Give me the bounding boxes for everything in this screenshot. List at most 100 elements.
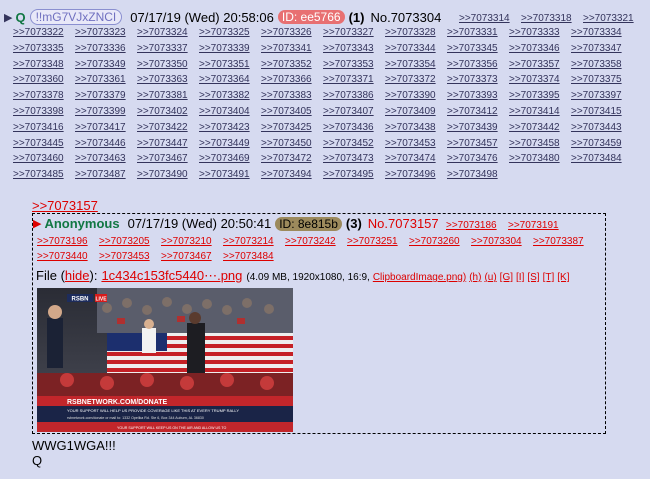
backlink[interactable]: >>7073325: [199, 27, 250, 38]
backlink[interactable]: >>7073436: [323, 122, 374, 133]
backlink[interactable]: >>7073490: [137, 169, 188, 180]
backlink[interactable]: >>7073453: [385, 138, 436, 149]
backlink[interactable]: >>7073357: [509, 59, 560, 70]
backlink[interactable]: >>7073318: [521, 13, 572, 24]
backlink[interactable]: >>7073361: [75, 74, 126, 85]
backlink[interactable]: >>7073328: [385, 27, 436, 38]
reply-backlink[interactable]: >>7073484: [223, 251, 274, 262]
backlink[interactable]: >>7073458: [509, 138, 560, 149]
backlink[interactable]: >>7073399: [75, 106, 126, 117]
backlink[interactable]: >>7073363: [137, 74, 188, 85]
backlink[interactable]: >>7073378: [13, 90, 64, 101]
backlink[interactable]: >>7073336: [75, 43, 126, 54]
backlink[interactable]: >>7073495: [323, 169, 374, 180]
backlink[interactable]: >>7073346: [509, 43, 560, 54]
file-original-name[interactable]: ClipboardImage.png): [373, 272, 466, 283]
backlink[interactable]: >>7073386: [323, 90, 374, 101]
file-link-k[interactable]: [K]: [557, 272, 569, 283]
reply-backlink[interactable]: >>7073210: [161, 236, 212, 247]
backlink[interactable]: >>7073350: [137, 59, 188, 70]
backlink[interactable]: >>7073498: [447, 169, 498, 180]
backlink[interactable]: >>7073371: [323, 74, 374, 85]
file-link-u[interactable]: (u): [484, 272, 496, 283]
backlink[interactable]: >>7073353: [323, 59, 374, 70]
backlink[interactable]: >>7073314: [459, 13, 510, 24]
backlink[interactable]: >>7073354: [385, 59, 436, 70]
reply-backlink[interactable]: >>7073242: [285, 236, 336, 247]
backlink[interactable]: >>7073352: [261, 59, 312, 70]
backlink[interactable]: >>7073463: [75, 153, 126, 164]
reply-backlink[interactable]: >>7073387: [533, 236, 584, 247]
backlink[interactable]: >>7073415: [571, 106, 622, 117]
backlink[interactable]: >>7073372: [385, 74, 436, 85]
backlink[interactable]: >>7073472: [261, 153, 312, 164]
backlink[interactable]: >>7073334: [571, 27, 622, 38]
poster-id-badge[interactable]: ID: 8e815b: [275, 216, 342, 231]
backlink[interactable]: >>7073416: [13, 122, 64, 133]
file-link-s[interactable]: [S]: [527, 272, 539, 283]
backlink[interactable]: >>7073395: [509, 90, 560, 101]
backlink[interactable]: >>7073324: [137, 27, 188, 38]
backlink[interactable]: >>7073474: [385, 153, 436, 164]
backlink[interactable]: >>7073331: [447, 27, 498, 38]
file-link-g[interactable]: [G]: [500, 272, 513, 283]
backlink[interactable]: >>7073390: [385, 90, 436, 101]
reply-backlink[interactable]: >>7073196: [37, 236, 88, 247]
backlink[interactable]: >>7073496: [385, 169, 436, 180]
backlink[interactable]: >>7073457: [447, 138, 498, 149]
backlink[interactable]: >>7073459: [571, 138, 622, 149]
backlink[interactable]: >>7073487: [75, 169, 126, 180]
backlink[interactable]: >>7073473: [323, 153, 374, 164]
backlink[interactable]: >>7073323: [75, 27, 126, 38]
backlink[interactable]: >>7073341: [261, 43, 312, 54]
backlink[interactable]: >>7073360: [13, 74, 64, 85]
backlink[interactable]: >>7073327: [323, 27, 374, 38]
backlink[interactable]: >>7073450: [261, 138, 312, 149]
backlink[interactable]: >>7073402: [137, 106, 188, 117]
backlink[interactable]: >>7073349: [75, 59, 126, 70]
backlink[interactable]: >>7073344: [385, 43, 436, 54]
backlink[interactable]: >>7073343: [323, 43, 374, 54]
backlink[interactable]: >>7073469: [199, 153, 250, 164]
reply-backlink[interactable]: >>7073191: [508, 220, 559, 231]
backlink[interactable]: >>7073348: [13, 59, 64, 70]
backlink[interactable]: >>7073460: [13, 153, 64, 164]
expand-triangle-icon[interactable]: ▶: [4, 11, 12, 24]
backlink[interactable]: >>7073383: [261, 90, 312, 101]
backlink[interactable]: >>7073404: [199, 106, 250, 117]
file-link-h[interactable]: (h): [469, 272, 481, 283]
backlink[interactable]: >>7073409: [385, 106, 436, 117]
backlink[interactable]: >>7073423: [199, 122, 250, 133]
backlink[interactable]: >>7073339: [199, 43, 250, 54]
backlink[interactable]: >>7073351: [199, 59, 250, 70]
backlink[interactable]: >>7073476: [447, 153, 498, 164]
backlink[interactable]: >>7073407: [323, 106, 374, 117]
backlink[interactable]: >>7073375: [571, 74, 622, 85]
backlink[interactable]: >>7073447: [137, 138, 188, 149]
backlink[interactable]: >>7073443: [571, 122, 622, 133]
backlink[interactable]: >>7073345: [447, 43, 498, 54]
backlink[interactable]: >>7073335: [13, 43, 64, 54]
backlink[interactable]: >>7073337: [137, 43, 188, 54]
backlink[interactable]: >>7073494: [261, 169, 312, 180]
backlink[interactable]: >>7073491: [199, 169, 250, 180]
reply-backlink[interactable]: >>7073467: [161, 251, 212, 262]
reply-backlink[interactable]: >>7073205: [99, 236, 150, 247]
backlink[interactable]: >>7073485: [13, 169, 64, 180]
backlink[interactable]: >>7073373: [447, 74, 498, 85]
hide-link[interactable]: hide: [65, 268, 90, 283]
backlink[interactable]: >>7073393: [447, 90, 498, 101]
quote-link[interactable]: >>7073157: [32, 198, 98, 213]
backlink[interactable]: >>7073358: [571, 59, 622, 70]
file-name-link[interactable]: 1c434c153fc5440⋯.png: [101, 268, 242, 284]
backlink[interactable]: >>7073484: [571, 153, 622, 164]
backlink[interactable]: >>7073449: [199, 138, 250, 149]
backlink[interactable]: >>7073398: [13, 106, 64, 117]
backlink[interactable]: >>7073442: [509, 122, 560, 133]
backlink[interactable]: >>7073467: [137, 153, 188, 164]
image-thumbnail[interactable]: RSBN LIVE RSBNETWORK.COM/DONATE YOUR SUP…: [37, 288, 293, 432]
backlink[interactable]: >>7073422: [137, 122, 188, 133]
reply-backlink[interactable]: >>7073453: [99, 251, 150, 262]
reply-backlink[interactable]: >>7073260: [409, 236, 460, 247]
backlink[interactable]: >>7073326: [261, 27, 312, 38]
